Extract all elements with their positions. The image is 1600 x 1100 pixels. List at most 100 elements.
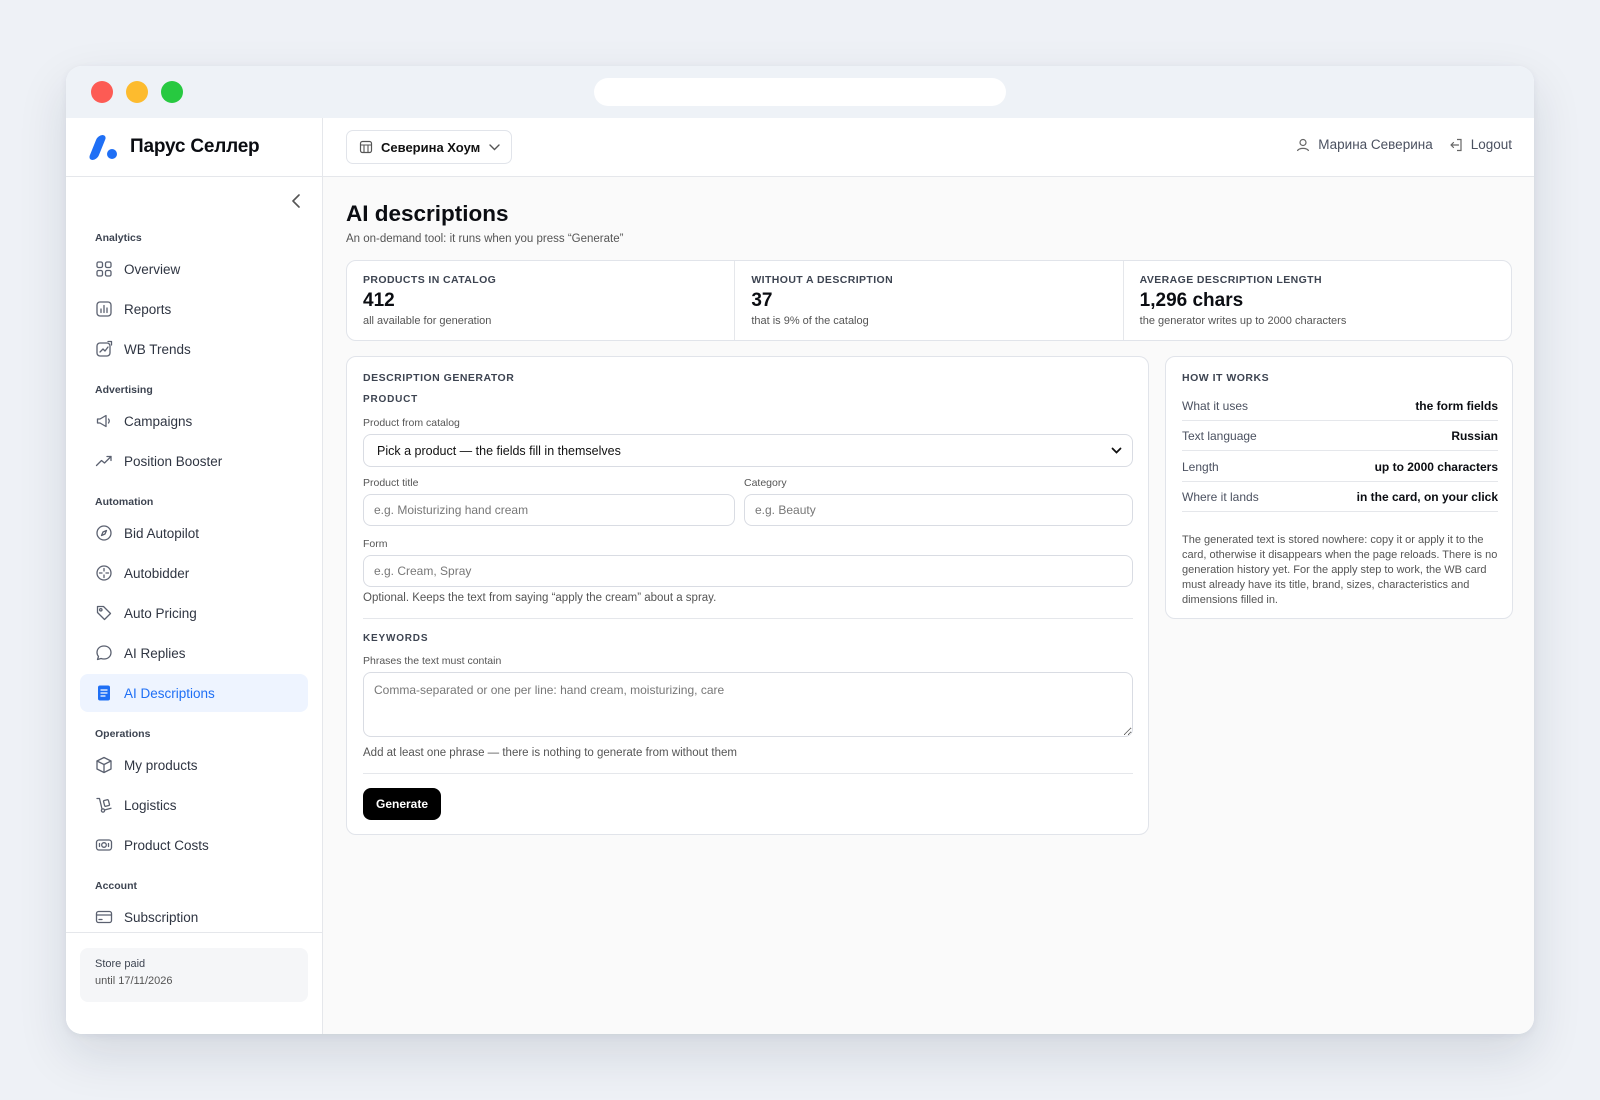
how-row: Where it lands in the card, on your clic… — [1182, 482, 1498, 512]
brand-logo[interactable]: Парус Селлер — [66, 118, 322, 177]
logo-icon — [87, 134, 120, 160]
sidebar-item-product-costs[interactable]: Product Costs — [80, 826, 308, 864]
stat-note: all available for generation — [363, 315, 492, 327]
form-input[interactable] — [363, 555, 1133, 587]
address-bar[interactable] — [594, 78, 1006, 106]
browser-window: Парус Селлер Analytics Overview Reports WB … — [66, 66, 1534, 1034]
category-label: Category — [744, 477, 787, 489]
title-bar — [66, 66, 1534, 118]
how-it-works-card: HOW IT WORKS What it uses the form field… — [1165, 356, 1513, 619]
keywords-textarea[interactable] — [363, 672, 1133, 737]
nav-section-analytics: Analytics — [95, 232, 142, 244]
category-input[interactable] — [744, 494, 1133, 526]
how-it-works-title: HOW IT WORKS — [1182, 372, 1270, 384]
user-icon — [1296, 138, 1310, 152]
how-it-works-note: The generated text is stored nowhere: co… — [1182, 534, 1498, 606]
sidebar-item-bid-autopilot[interactable]: Bid Autopilot — [80, 514, 308, 552]
logout-icon — [1449, 138, 1463, 152]
minimize-window-button[interactable] — [126, 81, 148, 103]
sidebar-item-label: Logistics — [124, 797, 177, 813]
dolly-icon — [95, 796, 113, 814]
keywords-section-heading: KEYWORDS — [363, 633, 429, 644]
how-row-value: the form fields — [1415, 398, 1498, 413]
sidebar-item-label: Auto Pricing — [124, 605, 197, 621]
page-subtitle: An on-demand tool: it runs when you pres… — [346, 233, 624, 245]
stat-value: 37 — [751, 290, 773, 311]
chevron-down-icon — [489, 143, 500, 151]
stat-label: AVERAGE DESCRIPTION LENGTH — [1139, 274, 1322, 286]
how-row-value: up to 2000 characters — [1374, 459, 1498, 474]
nav-section-account: Account — [95, 880, 137, 892]
bar-chart-icon — [95, 300, 113, 318]
crosshair-icon — [95, 564, 113, 582]
catalog-product-select[interactable]: Pick a product — the fields fill in them… — [363, 434, 1133, 467]
maximize-window-button[interactable] — [161, 81, 183, 103]
how-row-key: Length — [1182, 459, 1219, 474]
main-content: AI descriptions An on-demand tool: it ru… — [323, 177, 1534, 1034]
how-row-key: Text language — [1182, 428, 1257, 443]
section-divider — [363, 618, 1133, 619]
logout-button[interactable]: Logout — [1449, 137, 1512, 152]
sidebar-item-my-products[interactable]: My products — [80, 746, 308, 784]
how-row: Text language Russian — [1182, 421, 1498, 451]
subscription-status-card: Store paid until 17/11/2026 — [80, 948, 308, 1002]
stat-label: WITHOUT A DESCRIPTION — [751, 274, 894, 286]
sidebar-item-label: AI Replies — [124, 645, 186, 661]
sidebar-item-auto-pricing[interactable]: Auto Pricing — [80, 594, 308, 632]
sidebar: Парус Селлер Analytics Overview Reports WB … — [66, 118, 323, 1034]
compass-icon — [95, 524, 113, 542]
top-bar: Северина Хоум Марина Северина Logout — [323, 118, 1534, 177]
sidebar-item-subscription[interactable]: Subscription — [80, 898, 308, 936]
user-name[interactable]: Марина Северина — [1318, 137, 1432, 152]
box-icon — [95, 756, 113, 774]
sidebar-item-reports[interactable]: Reports — [80, 290, 308, 328]
chevron-down-icon — [1111, 445, 1122, 456]
generate-button[interactable]: Generate — [363, 788, 441, 820]
sidebar-item-label: Position Booster — [124, 453, 223, 469]
collapse-sidebar-button[interactable] — [286, 190, 306, 214]
user-area: Марина Северина Logout — [1296, 137, 1512, 152]
sidebar-item-label: Subscription — [124, 909, 199, 925]
how-row-value: in the card, on your click — [1356, 489, 1498, 504]
form-hint: Optional. Keeps the text from saying “ap… — [363, 592, 717, 604]
nav-section-advertising: Advertising — [95, 384, 153, 396]
how-row: What it uses the form fields — [1182, 391, 1498, 421]
sidebar-item-overview[interactable]: Overview — [80, 250, 308, 288]
product-section-heading: PRODUCT — [363, 394, 419, 405]
sidebar-item-label: Campaigns — [124, 413, 193, 429]
product-title-input[interactable] — [363, 494, 735, 526]
close-window-button[interactable] — [91, 81, 113, 103]
sidebar-item-logistics[interactable]: Logistics — [80, 786, 308, 824]
page-title: AI descriptions — [346, 201, 509, 226]
catalog-select-value: Pick a product — the fields fill in them… — [377, 443, 621, 458]
keywords-label: Phrases the text must contain — [363, 655, 502, 667]
store-selector[interactable]: Северина Хоум — [346, 130, 512, 164]
megaphone-icon — [95, 412, 113, 430]
stat-value: 1,296 chars — [1139, 290, 1244, 311]
stats-panel: PRODUCTS IN CATALOG 412 all available fo… — [346, 260, 1512, 341]
nav-section-operations: Operations — [95, 728, 151, 740]
stat-value: 412 — [363, 290, 395, 311]
nav-section-automation: Automation — [95, 496, 154, 508]
section-divider — [363, 773, 1133, 774]
description-generator-card: DESCRIPTION GENERATOR PRODUCT Product fr… — [346, 356, 1149, 835]
sidebar-item-position-booster[interactable]: Position Booster — [80, 442, 308, 480]
store-icon — [359, 140, 373, 154]
chevron-left-icon — [292, 194, 300, 208]
sidebar-item-label: Overview — [124, 261, 181, 277]
sidebar-item-label: AI Descriptions — [124, 685, 215, 701]
chat-bubble-icon — [95, 644, 113, 662]
sidebar-item-ai-replies[interactable]: AI Replies — [80, 634, 308, 672]
sidebar-item-autobidder[interactable]: Autobidder — [80, 554, 308, 592]
how-row-key: What it uses — [1182, 398, 1249, 413]
grid-icon — [95, 260, 113, 278]
stat-note: that is 9% of the catalog — [751, 315, 869, 327]
stat-note: the generator writes up to 2000 characte… — [1139, 315, 1347, 327]
how-row-key: Where it lands — [1182, 489, 1259, 504]
sidebar-item-campaigns[interactable]: Campaigns — [80, 402, 308, 440]
sidebar-item-ai-descriptions[interactable]: AI Descriptions — [80, 674, 308, 712]
how-row-value: Russian — [1451, 428, 1498, 443]
how-row: Length up to 2000 characters — [1182, 452, 1498, 482]
document-icon — [95, 684, 113, 702]
sidebar-item-wb-trends[interactable]: WB Trends — [80, 330, 308, 368]
